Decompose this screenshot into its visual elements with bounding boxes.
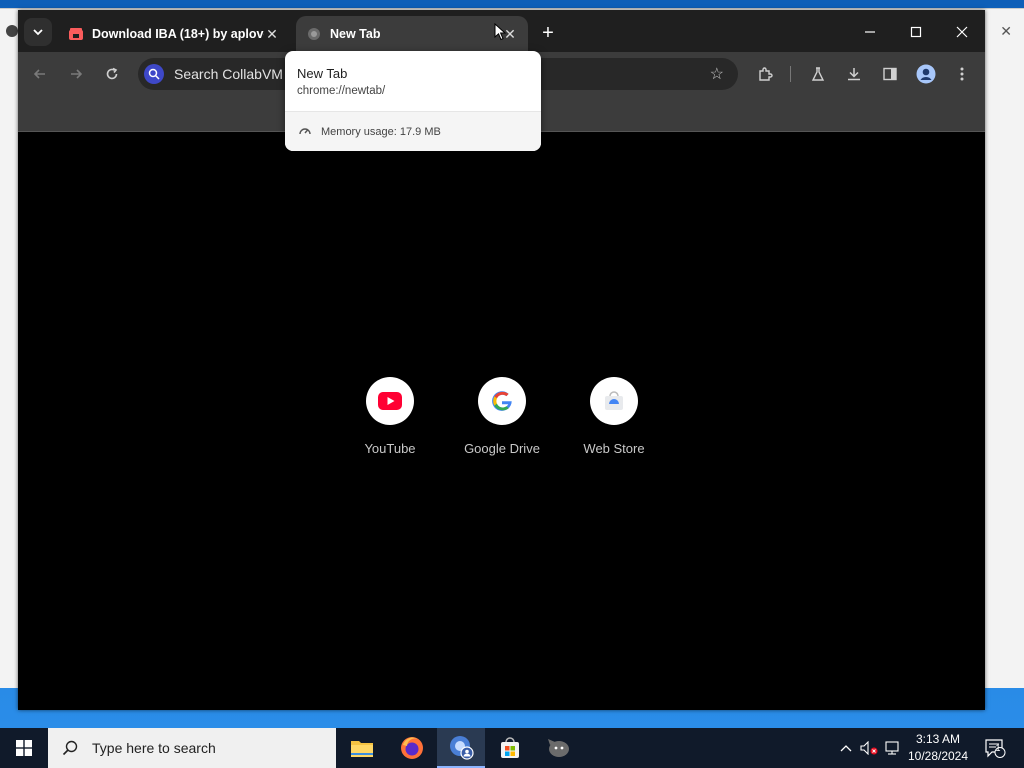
- clock-time: 3:13 AM: [915, 732, 961, 746]
- youtube-icon: [366, 377, 414, 425]
- hovercard-url: chrome://newtab/: [297, 85, 386, 97]
- taskbar-firefox[interactable]: [388, 728, 436, 768]
- back-button[interactable]: [26, 60, 54, 88]
- volume-muted-icon: [860, 741, 878, 755]
- reload-icon: [106, 67, 118, 80]
- google-icon: [478, 377, 526, 425]
- hovercard-memory-row: Memory usage: 17.9 MB: [285, 111, 541, 151]
- kebab-menu-icon: [960, 67, 964, 81]
- volume-button[interactable]: [858, 728, 880, 768]
- chevron-down-icon: [33, 29, 43, 36]
- puzzle-icon: [759, 67, 773, 81]
- tab-hover-card: New Tab chrome://newtab/ Memory usage: 1…: [285, 51, 541, 151]
- shortcut-label: Google Drive: [464, 441, 540, 456]
- forward-arrow-icon: [71, 69, 83, 79]
- browser-window: Download IBA (18+) by aplove ✕ New Tab ✕…: [18, 10, 985, 710]
- store-icon: [501, 737, 519, 758]
- collabvm-icon: [548, 739, 569, 757]
- forward-button[interactable]: [62, 60, 90, 88]
- web-store-icon: [590, 377, 638, 425]
- action-center-button[interactable]: 1: [980, 728, 1010, 768]
- gauge-icon: [298, 124, 312, 143]
- mouse-cursor-icon: [494, 22, 507, 46]
- shortcut-label: Web Store: [583, 441, 645, 456]
- minimize-icon: [865, 31, 875, 33]
- itch-favicon-icon: [68, 26, 84, 42]
- menu-button[interactable]: [948, 60, 976, 88]
- clock-date: 10/28/2024: [907, 749, 969, 763]
- shortcut-youtube[interactable]: YouTube: [342, 377, 438, 456]
- back-arrow-icon: [33, 69, 45, 79]
- minimize-button[interactable]: [852, 18, 888, 46]
- notification-count: 1: [995, 743, 1001, 753]
- search-icon: [144, 64, 164, 84]
- search-icon: [62, 740, 78, 756]
- bookmark-star-icon[interactable]: ☆: [710, 64, 724, 84]
- extensions-button[interactable]: [751, 60, 779, 88]
- shortcut-label: YouTube: [364, 441, 416, 456]
- shortcut-google-drive[interactable]: Google Drive: [454, 377, 550, 456]
- side-panel-icon: [883, 67, 897, 81]
- tab-close-icon[interactable]: ✕: [264, 26, 280, 43]
- maximize-icon: [910, 26, 922, 38]
- taskbar: Type here to search 3:13 AM 10/28/2024 1: [0, 728, 1024, 768]
- close-window-button[interactable]: [944, 18, 980, 46]
- taskbar-file-explorer[interactable]: [338, 728, 386, 768]
- profile-button[interactable]: [912, 60, 940, 88]
- shortcut-web-store[interactable]: Web Store: [566, 377, 662, 456]
- background-close-icon[interactable]: ✕: [1000, 23, 1012, 40]
- background-app-icon: [6, 25, 18, 37]
- labs-button[interactable]: [804, 60, 832, 88]
- tab-download-iba[interactable]: Download IBA (18+) by aplove ✕: [58, 16, 290, 52]
- close-icon: [956, 26, 968, 38]
- side-panel-button[interactable]: [876, 60, 904, 88]
- folder-icon: [351, 741, 373, 757]
- taskbar-search-box[interactable]: Type here to search: [48, 728, 336, 768]
- profile-avatar-icon: [916, 64, 936, 84]
- show-hidden-icons-button[interactable]: [836, 728, 856, 768]
- address-bar-placeholder: Search CollabVM: [174, 66, 283, 82]
- new-tab-button[interactable]: +: [536, 22, 560, 46]
- taskbar-chrome[interactable]: [437, 728, 485, 768]
- tab-search-button[interactable]: [24, 18, 52, 46]
- taskbar-search-placeholder: Type here to search: [92, 740, 216, 756]
- start-button[interactable]: [0, 728, 48, 768]
- tab-title: New Tab: [330, 27, 381, 41]
- tab-title: Download IBA (18+) by aplove: [92, 27, 264, 41]
- taskbar-clock[interactable]: 3:13 AM 10/28/2024: [900, 731, 976, 765]
- browser-icon: [450, 736, 474, 760]
- hovercard-memory-usage: Memory usage: 17.9 MB: [321, 126, 441, 138]
- globe-icon: [306, 26, 322, 42]
- chevron-up-icon: [840, 745, 852, 752]
- hovercard-title: New Tab: [297, 66, 348, 81]
- maximize-button[interactable]: [898, 18, 934, 46]
- reload-button[interactable]: [98, 60, 126, 88]
- flask-icon: [811, 67, 825, 81]
- downloads-button[interactable]: [840, 60, 868, 88]
- taskbar-collabvm-app[interactable]: [535, 728, 583, 768]
- windows-logo-icon: [16, 740, 32, 756]
- taskbar-microsoft-store[interactable]: [486, 728, 534, 768]
- toolbar-divider: [790, 66, 791, 82]
- new-tab-page: YouTube Google Drive Web Store: [18, 132, 985, 710]
- download-icon: [848, 68, 860, 81]
- firefox-icon: [401, 737, 423, 759]
